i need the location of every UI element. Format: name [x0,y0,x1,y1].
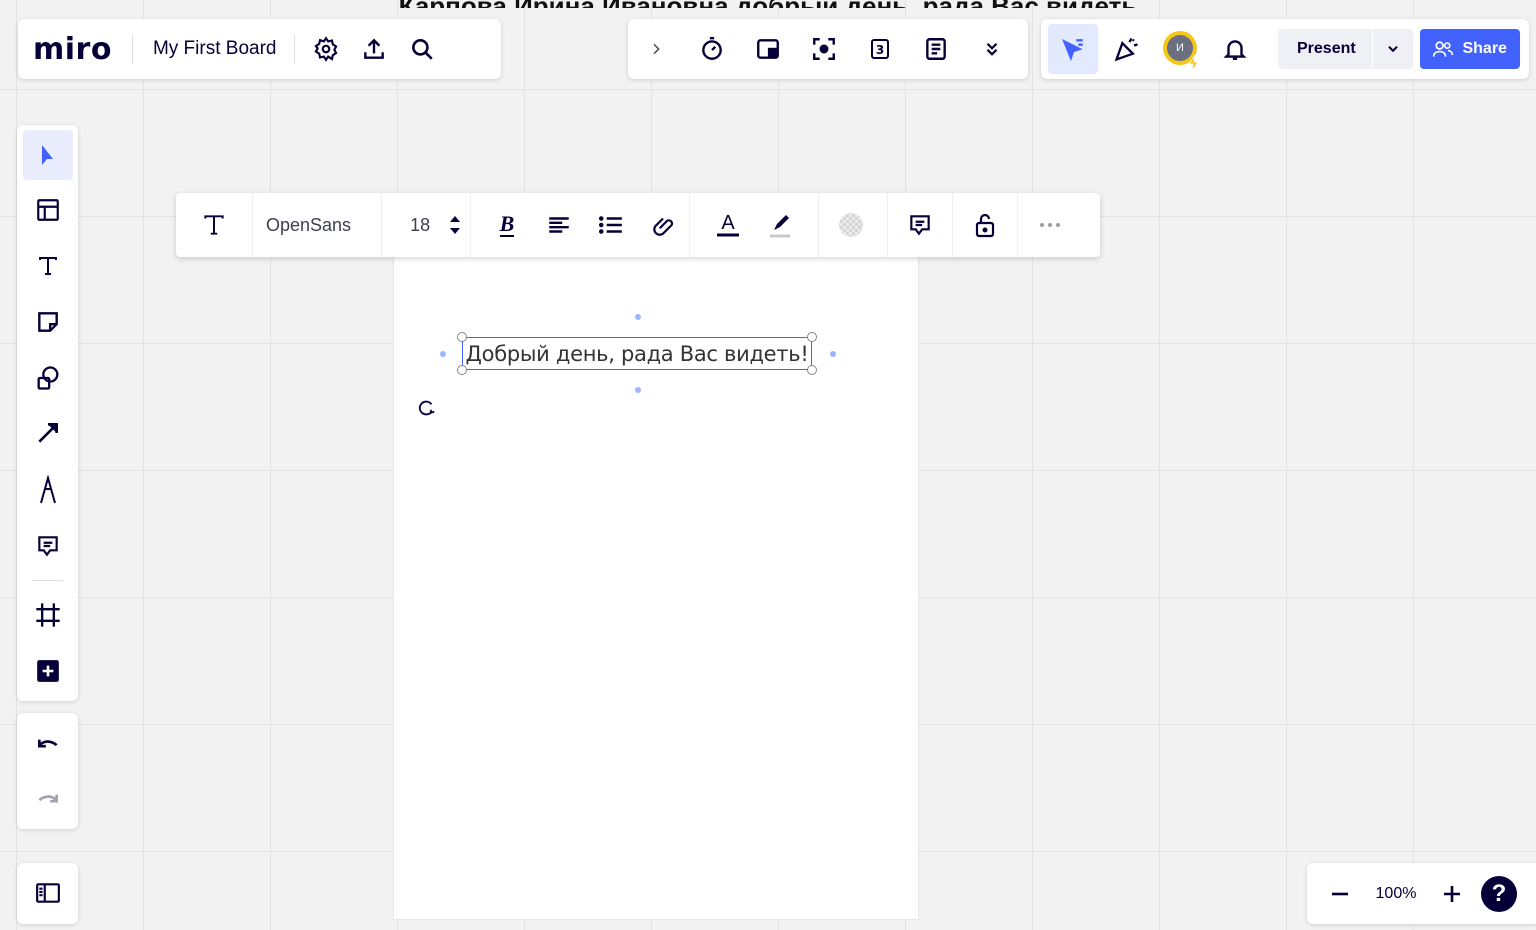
collaboration-toolbar: И Present Share [1041,19,1529,79]
share-button[interactable]: Share [1419,29,1520,69]
redo-icon[interactable] [23,774,73,824]
divider [131,34,133,64]
add-icon[interactable] [23,646,73,696]
share-label: Share [1462,40,1507,57]
comment-icon[interactable] [894,193,946,257]
text-type-icon[interactable] [176,193,252,257]
frame-icon[interactable] [23,590,73,640]
celebrate-icon[interactable] [1100,22,1154,76]
more-icon[interactable] [1018,193,1082,257]
resize-handle[interactable] [807,365,817,375]
font-name: OpenSans [266,214,352,235]
connector-dot[interactable] [440,351,446,357]
present-label: Present [1297,40,1356,57]
font-size-value[interactable]: 18 [382,215,440,236]
undo-icon[interactable] [23,719,73,769]
bell-icon[interactable] [1208,22,1262,76]
resize-handle[interactable] [807,332,817,342]
notes-icon[interactable] [908,19,964,79]
list-icon[interactable] [585,193,637,257]
timer-icon[interactable] [684,19,740,79]
zoom-out-icon[interactable] [1315,869,1365,919]
svg-text:A: A [721,212,735,234]
search-icon[interactable] [401,28,443,70]
divider [294,34,296,64]
connector-dot[interactable] [830,351,836,357]
focus-icon[interactable] [796,19,852,79]
text-format-toolbar: OpenSans 18 B A [176,193,1100,257]
pen-icon[interactable] [23,465,73,515]
bold-icon[interactable]: B [481,193,533,257]
zoom-controls: 100% ? [1307,863,1536,924]
board-panel-toggle [17,863,78,924]
present-button[interactable]: Present [1278,29,1413,69]
link-icon[interactable] [637,193,689,257]
resize-handle[interactable] [457,365,467,375]
text-color-icon[interactable]: A [702,193,754,257]
settings-icon[interactable] [305,28,347,70]
lock-icon[interactable] [959,193,1011,257]
divider [32,580,63,581]
users-icon [1433,41,1454,57]
sidebar-icon[interactable] [23,868,73,918]
chevron-down-icon[interactable] [1371,29,1413,69]
font-family-select[interactable]: OpenSans [253,193,383,257]
sticky-note-icon[interactable] [23,297,73,347]
avatar[interactable]: И [1154,22,1208,76]
counter-icon[interactable]: 3 [852,19,908,79]
undo-redo-panel [17,713,78,829]
resize-handle[interactable] [457,332,467,342]
select-icon[interactable] [23,130,73,180]
upload-icon[interactable] [353,28,395,70]
fill-icon[interactable] [825,193,877,257]
highlight-icon[interactable] [754,193,806,257]
double-chevron-down-icon[interactable] [964,19,1020,79]
chevron-right-icon[interactable] [628,19,684,79]
selected-text-block[interactable]: Добрый день, рада Вас видеть! [462,337,812,370]
font-size-stepper-icon[interactable] [440,193,470,257]
connector-dot[interactable] [635,314,641,320]
arrow-icon[interactable] [23,408,73,458]
shapes-icon[interactable] [23,353,73,403]
zoom-in-icon[interactable] [1427,869,1477,919]
board-title[interactable]: My First Board [153,38,277,60]
connector-dot[interactable] [635,387,641,393]
svg-text:3: 3 [876,43,884,57]
card-icon[interactable] [740,19,796,79]
cut-off-heading: Карпова Ирина Ивановна добрый день, рада… [0,0,1536,8]
comment-icon[interactable] [23,521,73,571]
zoom-level[interactable]: 100% [1365,885,1427,903]
miro-logo[interactable]: miro [33,32,112,67]
help-icon[interactable]: ? [1481,875,1517,912]
apps-toolbar: 3 [628,19,1028,79]
align-icon[interactable] [533,193,585,257]
svg-text:B: B [499,211,515,236]
rotate-icon[interactable] [414,396,438,420]
left-toolbar [17,125,78,701]
text-icon[interactable] [23,241,73,291]
board-header-panel: miro My First Board [18,19,501,79]
templates-icon[interactable] [23,185,73,235]
select-cursor-icon[interactable] [1048,24,1098,74]
